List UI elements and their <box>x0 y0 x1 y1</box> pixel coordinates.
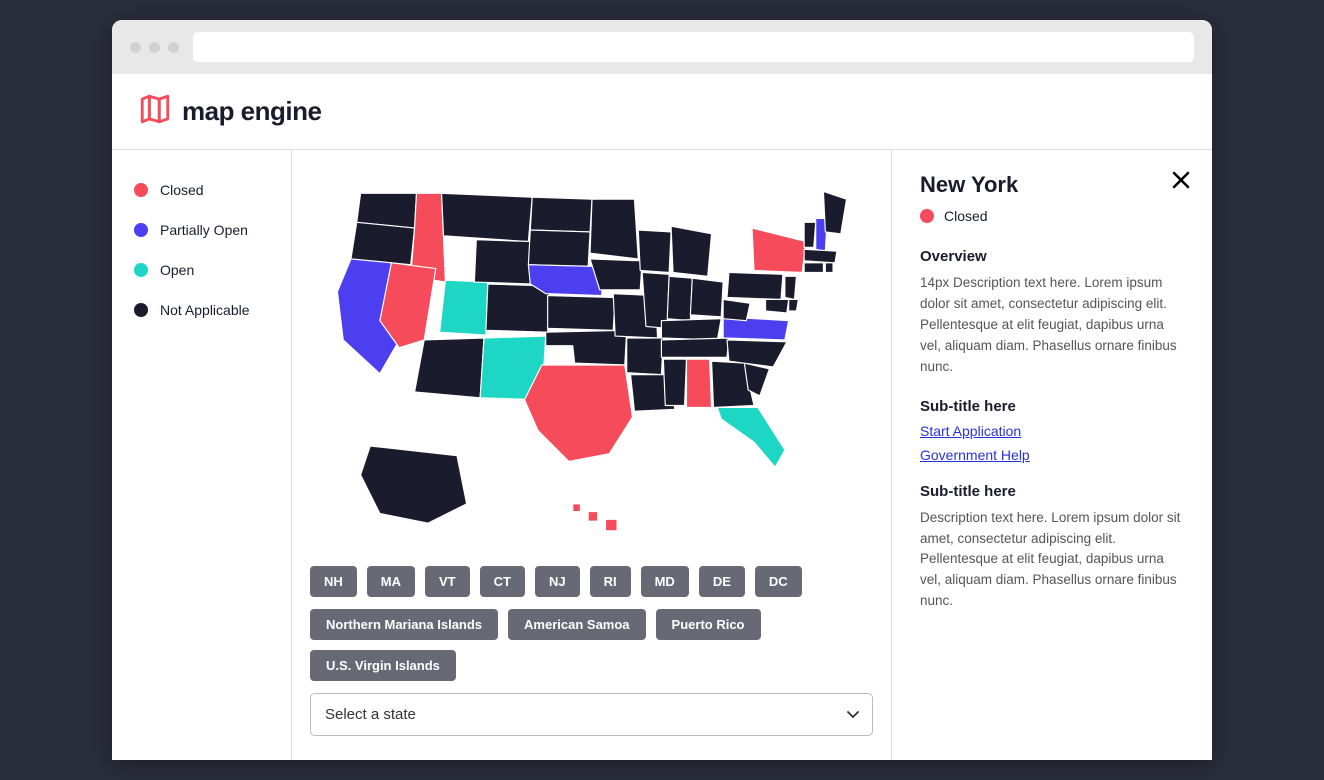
state-AL[interactable] <box>686 359 711 407</box>
state-TX[interactable] <box>524 365 632 461</box>
content: Closed Partially Open Open Not Applicabl… <box>112 150 1212 760</box>
close-button[interactable] <box>1172 170 1190 194</box>
state-chip-vt[interactable]: VT <box>425 566 470 597</box>
overview-text: 14px Description text here. Lorem ipsum … <box>920 273 1184 378</box>
state-WI[interactable] <box>638 230 671 272</box>
state-chip-ri[interactable]: RI <box>590 566 631 597</box>
state-HI[interactable] <box>588 512 598 522</box>
state-chips-row: NH MA VT CT NJ RI MD DE DC <box>310 566 873 597</box>
map-main: NH MA VT CT NJ RI MD DE DC Northern Mariana Isla… <box>292 150 892 760</box>
state-HI[interactable] <box>572 504 580 512</box>
state-DE[interactable] <box>788 299 798 311</box>
state-NJ[interactable] <box>784 276 796 299</box>
links-heading: Sub-title here <box>920 398 1184 415</box>
state-PA[interactable] <box>726 272 782 299</box>
legend-label: Closed <box>160 182 204 198</box>
map-logo-icon <box>138 92 172 131</box>
state-AK[interactable] <box>360 446 466 523</box>
legend-dot-closed <box>134 183 148 197</box>
territory-chip[interactable]: Northern Mariana Islands <box>310 609 498 640</box>
state-VA[interactable] <box>723 317 789 340</box>
state-MS[interactable] <box>663 359 686 405</box>
legend-label: Not Applicable <box>160 302 250 318</box>
territory-chip[interactable]: American Samoa <box>508 609 646 640</box>
link-start-application[interactable]: Start Application <box>920 423 1184 439</box>
state-NY[interactable] <box>752 228 806 272</box>
state-MA[interactable] <box>804 249 837 262</box>
state-HI[interactable] <box>605 519 617 531</box>
detail-status: Closed <box>920 208 1184 224</box>
detail-status-dot <box>920 209 934 223</box>
state-SD[interactable] <box>528 230 590 267</box>
browser-chrome <box>112 20 1212 74</box>
state-chip-nh[interactable]: NH <box>310 566 357 597</box>
state-MN[interactable] <box>590 199 638 259</box>
state-MD[interactable] <box>765 299 788 312</box>
legend-item-open: Open <box>134 262 269 278</box>
browser-frame: map engine Closed Partially Open Open No… <box>112 20 1212 760</box>
state-MT[interactable] <box>441 193 532 241</box>
legend-item-partial: Partially Open <box>134 222 269 238</box>
detail-status-label: Closed <box>944 208 988 224</box>
state-chip-ma[interactable]: MA <box>367 566 415 597</box>
state-AZ[interactable] <box>414 338 483 398</box>
close-icon <box>1172 168 1190 195</box>
legend-label: Open <box>160 262 194 278</box>
state-KS[interactable] <box>547 296 614 331</box>
app-header: map engine <box>112 74 1212 150</box>
state-AR[interactable] <box>626 338 663 375</box>
state-chip-ct[interactable]: CT <box>480 566 525 597</box>
state-chip-de[interactable]: DE <box>699 566 745 597</box>
legend-item-na: Not Applicable <box>134 302 269 318</box>
territory-chips-row: Northern Mariana Islands American Samoa Pu… <box>310 609 873 681</box>
legend-dot-partial <box>134 223 148 237</box>
state-WV[interactable] <box>723 299 750 320</box>
us-map <box>310 176 873 552</box>
territory-chip[interactable]: Puerto Rico <box>656 609 761 640</box>
legend-label: Partially Open <box>160 222 248 238</box>
state-ME[interactable] <box>823 191 846 233</box>
traffic-dot-yellow[interactable] <box>149 42 160 53</box>
overview-heading: Overview <box>920 248 1184 265</box>
legend-dot-na <box>134 303 148 317</box>
detail-state-title: New York <box>920 172 1184 198</box>
state-select[interactable]: Select a state <box>310 693 873 736</box>
url-bar[interactable] <box>193 32 1194 62</box>
legend-dot-open <box>134 263 148 277</box>
state-VT[interactable] <box>804 222 816 247</box>
state-WY[interactable] <box>474 240 532 284</box>
section3-text: Description text here. Lorem ipsum dolor… <box>920 508 1184 613</box>
legend-sidebar: Closed Partially Open Open Not Applicabl… <box>112 150 292 760</box>
state-chip-nj[interactable]: NJ <box>535 566 580 597</box>
territory-chip[interactable]: U.S. Virgin Islands <box>310 650 456 681</box>
state-TN[interactable] <box>661 338 728 357</box>
state-CO[interactable] <box>485 284 549 332</box>
state-IA[interactable] <box>590 259 642 290</box>
state-UT[interactable] <box>439 280 487 335</box>
state-IN[interactable] <box>667 276 692 320</box>
state-OH[interactable] <box>690 278 723 317</box>
state-MI[interactable] <box>671 226 711 276</box>
legend-item-closed: Closed <box>134 182 269 198</box>
state-OR[interactable] <box>350 222 414 264</box>
link-government-help[interactable]: Government Help <box>920 447 1184 463</box>
state-chip-md[interactable]: MD <box>641 566 689 597</box>
state-chip-dc[interactable]: DC <box>755 566 802 597</box>
section3-heading: Sub-title here <box>920 483 1184 500</box>
brand-name: map engine <box>182 96 321 127</box>
detail-panel: New York Closed Overview 14px Descriptio… <box>892 150 1212 760</box>
traffic-lights <box>130 42 179 53</box>
state-ND[interactable] <box>530 197 592 232</box>
traffic-dot-green[interactable] <box>168 42 179 53</box>
traffic-dot-red[interactable] <box>130 42 141 53</box>
state-RI[interactable] <box>825 263 833 273</box>
state-FL[interactable] <box>717 407 784 467</box>
state-KY[interactable] <box>661 319 721 340</box>
state-CT[interactable] <box>804 263 823 273</box>
state-select-wrap: Select a state <box>310 693 873 736</box>
